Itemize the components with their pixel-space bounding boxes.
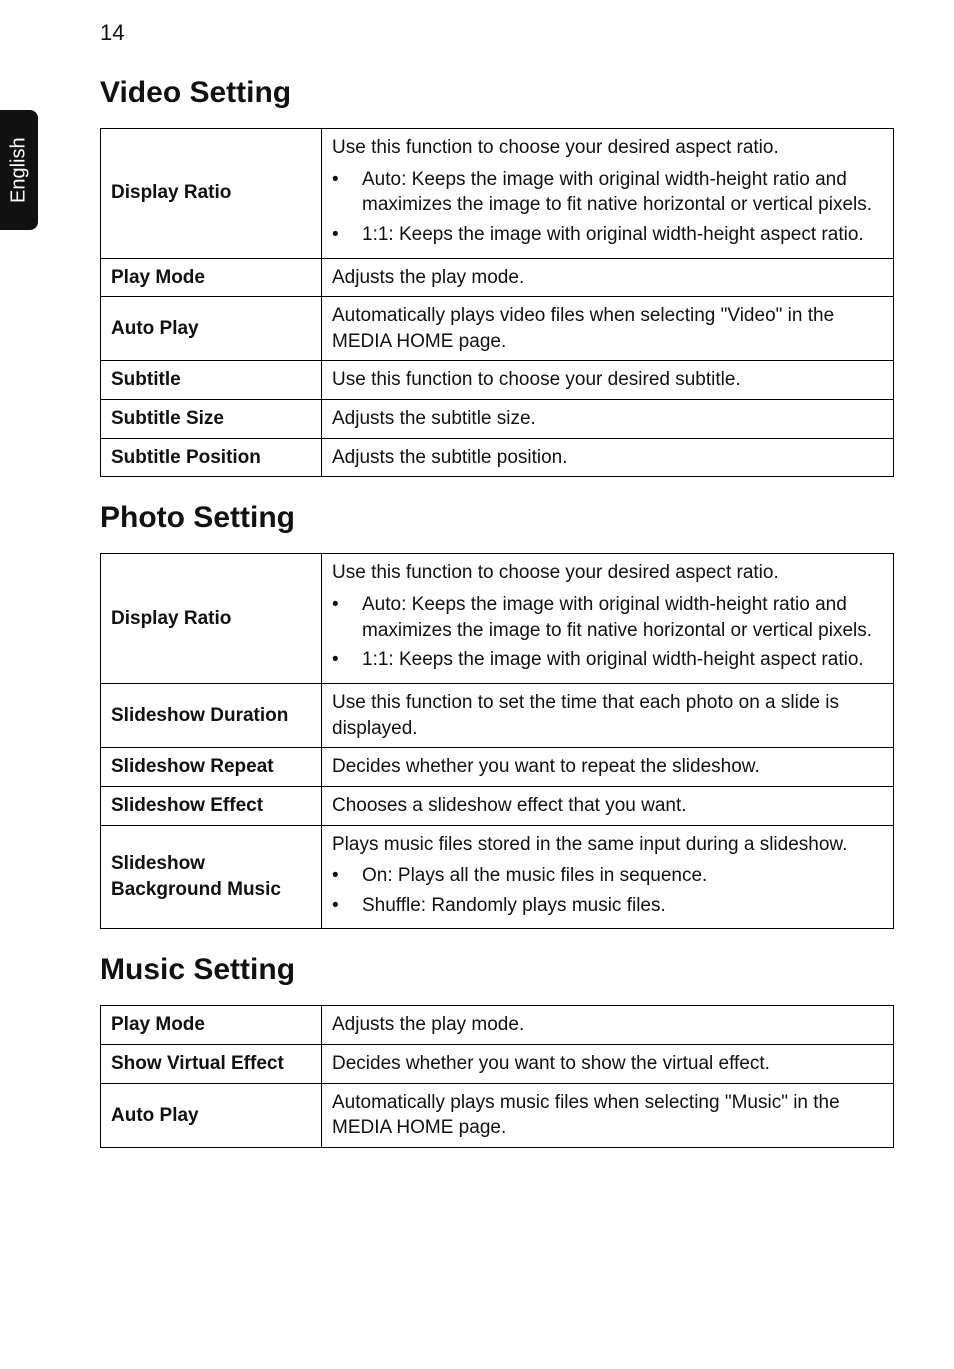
bullet-text: Auto: Keeps the image with original widt… [362,167,883,218]
bullet-icon: • [332,167,362,218]
list-item: • Auto: Keeps the image with original wi… [332,592,883,643]
row-desc-auto-play: Automatically plays video files when sel… [322,297,894,361]
language-tab: English [0,110,38,230]
table-row: Slideshow Duration Use this function to … [101,683,894,747]
row-desc-play-mode: Adjusts the play mode. [322,1006,894,1045]
row-desc-slideshow-effect: Chooses a slideshow effect that you want… [322,786,894,825]
bullet-text: On: Plays all the music files in sequenc… [362,863,883,889]
row-label-slideshow-bg-music: Slideshow Background Music [101,825,322,929]
video-setting-heading: Video Setting [100,76,894,110]
page-number: 14 [100,20,894,46]
list-item: • 1:1: Keeps the image with original wid… [332,222,883,248]
row-label-auto-play: Auto Play [101,1083,322,1147]
table-row: Show Virtual Effect Decides whether you … [101,1045,894,1084]
list-item: • Shuffle: Randomly plays music files. [332,893,883,919]
table-row: Slideshow Background Music Plays music f… [101,825,894,929]
list-item: • On: Plays all the music files in seque… [332,863,883,889]
row-label-display-ratio: Display Ratio [101,554,322,684]
bullet-text: 1:1: Keeps the image with original width… [362,222,883,248]
row-label-auto-play: Auto Play [101,297,322,361]
row-desc-slideshow-bg-music: Plays music files stored in the same inp… [322,825,894,929]
display-ratio-intro: Use this function to choose your desired… [332,560,883,586]
row-label-subtitle-position: Subtitle Position [101,438,322,477]
list-item: • 1:1: Keeps the image with original wid… [332,647,883,673]
row-label-slideshow-repeat: Slideshow Repeat [101,748,322,787]
row-label-subtitle: Subtitle [101,361,322,400]
display-ratio-intro: Use this function to choose your desired… [332,135,883,161]
bullet-icon: • [332,863,362,889]
bullet-icon: • [332,592,362,643]
photo-setting-heading: Photo Setting [100,501,894,535]
row-desc-play-mode: Adjusts the play mode. [322,258,894,297]
music-setting-table: Play Mode Adjusts the play mode. Show Vi… [100,1005,894,1148]
slideshow-bg-music-intro: Plays music files stored in the same inp… [332,832,883,858]
language-tab-label: English [8,137,31,203]
table-row: Subtitle Use this function to choose you… [101,361,894,400]
bullet-icon: • [332,893,362,919]
row-label-play-mode: Play Mode [101,1006,322,1045]
bullet-text: Shuffle: Randomly plays music files. [362,893,883,919]
table-row: Display Ratio Use this function to choos… [101,129,894,259]
row-label-show-virtual-effect: Show Virtual Effect [101,1045,322,1084]
row-desc-slideshow-repeat: Decides whether you want to repeat the s… [322,748,894,787]
table-row: Auto Play Automatically plays music file… [101,1083,894,1147]
music-setting-heading: Music Setting [100,953,894,987]
row-desc-show-virtual-effect: Decides whether you want to show the vir… [322,1045,894,1084]
table-row: Subtitle Size Adjusts the subtitle size. [101,400,894,439]
table-row: Subtitle Position Adjusts the subtitle p… [101,438,894,477]
row-label-slideshow-effect: Slideshow Effect [101,786,322,825]
list-item: • Auto: Keeps the image with original wi… [332,167,883,218]
row-desc-subtitle: Use this function to choose your desired… [322,361,894,400]
row-desc-subtitle-size: Adjusts the subtitle size. [322,400,894,439]
row-label-slideshow-duration: Slideshow Duration [101,683,322,747]
bullet-icon: • [332,647,362,673]
row-desc-slideshow-duration: Use this function to set the time that e… [322,683,894,747]
photo-setting-table: Display Ratio Use this function to choos… [100,553,894,929]
table-row: Auto Play Automatically plays video file… [101,297,894,361]
bullet-icon: • [332,222,362,248]
table-row: Slideshow Repeat Decides whether you wan… [101,748,894,787]
bullet-text: 1:1: Keeps the image with original width… [362,647,883,673]
row-desc-subtitle-position: Adjusts the subtitle position. [322,438,894,477]
row-desc-display-ratio: Use this function to choose your desired… [322,129,894,259]
row-label-subtitle-size: Subtitle Size [101,400,322,439]
page-content: 14 Video Setting Display Ratio Use this … [0,0,954,1208]
bullet-text: Auto: Keeps the image with original widt… [362,592,883,643]
row-desc-auto-play: Automatically plays music files when sel… [322,1083,894,1147]
video-setting-table: Display Ratio Use this function to choos… [100,128,894,477]
row-label-display-ratio: Display Ratio [101,129,322,259]
row-desc-display-ratio: Use this function to choose your desired… [322,554,894,684]
row-label-play-mode: Play Mode [101,258,322,297]
table-row: Play Mode Adjusts the play mode. [101,258,894,297]
table-row: Slideshow Effect Chooses a slideshow eff… [101,786,894,825]
table-row: Play Mode Adjusts the play mode. [101,1006,894,1045]
table-row: Display Ratio Use this function to choos… [101,554,894,684]
